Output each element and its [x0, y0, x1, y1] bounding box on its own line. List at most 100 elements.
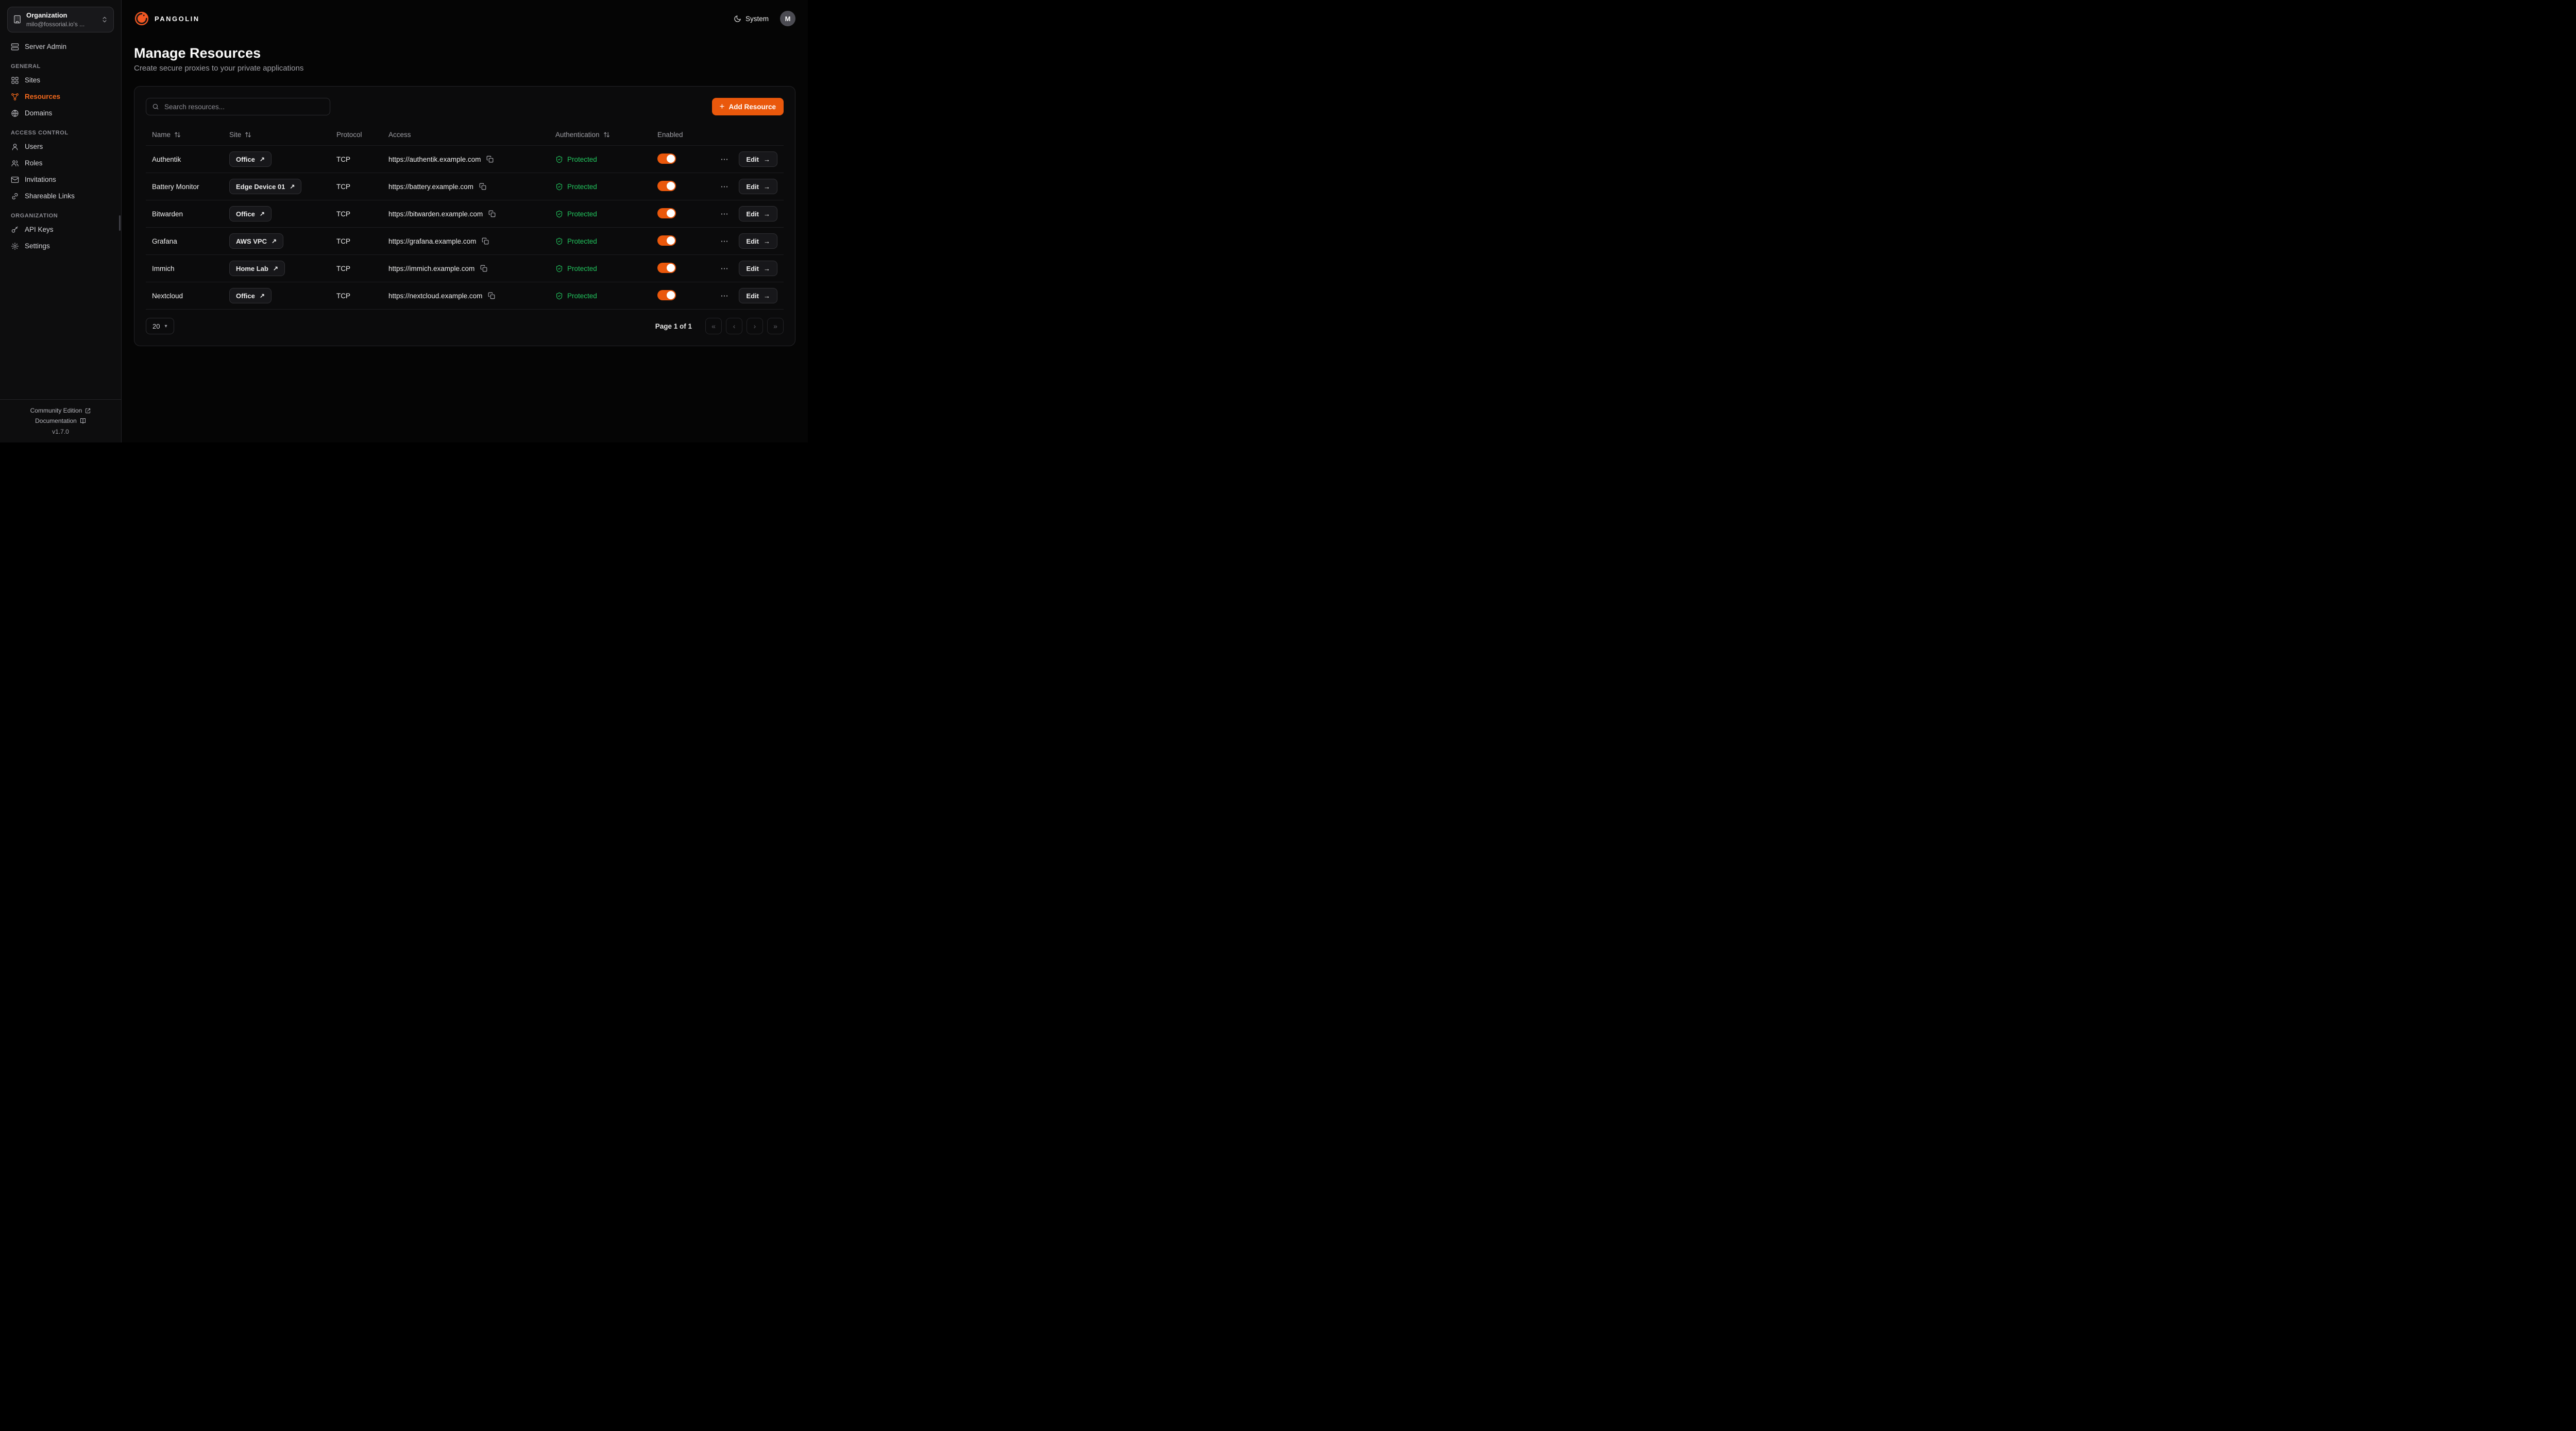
book-icon	[80, 418, 86, 424]
app-window: Organization milo@fossorial.io's ... Ser…	[0, 0, 808, 442]
table-row: Nextcloud Office ↗ TCP https://nextcloud…	[146, 282, 784, 309]
actions-cell: ⋯ Edit →	[702, 179, 777, 194]
table-body: Authentik Office ↗ TCP https://authentik…	[146, 145, 784, 310]
protected-label: Protected	[567, 237, 597, 245]
add-resource-button[interactable]: + Add Resource	[712, 98, 784, 115]
enabled-toggle[interactable]	[657, 235, 676, 246]
globe-icon	[11, 109, 19, 117]
edit-button[interactable]: Edit →	[739, 261, 777, 276]
avatar[interactable]: M	[780, 11, 795, 26]
edit-button[interactable]: Edit →	[739, 233, 777, 249]
community-edition-label: Community Edition	[30, 407, 82, 414]
search-input[interactable]	[163, 103, 324, 111]
access-cell: https://grafana.example.com	[388, 237, 555, 245]
edit-button[interactable]: Edit →	[739, 179, 777, 194]
edit-label: Edit	[746, 237, 759, 245]
site-link-button[interactable]: Office ↗	[229, 288, 272, 303]
moon-icon	[734, 15, 741, 23]
sidebar-item-users[interactable]: Users	[7, 139, 114, 155]
sidebar-item-shareable-links[interactable]: Shareable Links	[7, 188, 114, 205]
row-menu-button[interactable]: ⋯	[718, 235, 731, 247]
column-label: Site	[229, 131, 241, 139]
shield-check-icon	[555, 210, 563, 218]
row-menu-button[interactable]: ⋯	[718, 154, 731, 165]
column-label: Enabled	[657, 131, 683, 139]
sidebar-item-settings[interactable]: Settings	[7, 238, 114, 254]
sidebar-item-roles[interactable]: Roles	[7, 155, 114, 172]
column-label: Protocol	[336, 131, 362, 139]
next-page-button[interactable]: ›	[747, 318, 763, 334]
resource-protocol: TCP	[336, 265, 388, 272]
previous-page-button[interactable]: ‹	[726, 318, 742, 334]
sidebar-item-resources[interactable]: Resources	[7, 89, 114, 105]
sidebar-item-api-keys[interactable]: API Keys	[7, 222, 114, 238]
toggle-knob	[667, 209, 675, 217]
enabled-toggle[interactable]	[657, 208, 676, 218]
copy-url-button[interactable]	[480, 265, 487, 272]
resource-protocol: TCP	[336, 292, 388, 300]
edit-label: Edit	[746, 265, 759, 272]
enabled-toggle[interactable]	[657, 154, 676, 164]
column-header-name[interactable]: Name	[152, 131, 229, 139]
arrow-right-icon: →	[764, 292, 770, 300]
site-link-button[interactable]: Edge Device 01 ↗	[229, 179, 301, 194]
theme-toggle[interactable]: System	[734, 15, 769, 23]
sidebar-item-sites[interactable]: Sites	[7, 72, 114, 89]
resource-protocol: TCP	[336, 210, 388, 218]
org-selector[interactable]: Organization milo@fossorial.io's ...	[7, 7, 114, 32]
row-menu-button[interactable]: ⋯	[718, 208, 731, 219]
resource-url: https://grafana.example.com	[388, 237, 476, 245]
edit-button[interactable]: Edit →	[739, 288, 777, 303]
sidebar-item-label: Server Admin	[25, 43, 66, 50]
edit-button[interactable]: Edit →	[739, 206, 777, 222]
copy-url-button[interactable]	[482, 237, 489, 245]
first-page-button[interactable]: «	[705, 318, 722, 334]
page-size-select[interactable]: 20 ▾	[146, 318, 174, 334]
site-cell: Home Lab ↗	[229, 261, 336, 276]
resource-name: Grafana	[152, 237, 229, 245]
main-content: PANGOLIN System M Manage Resources Creat…	[122, 0, 808, 442]
documentation-link[interactable]: Documentation	[0, 416, 121, 426]
users-icon	[11, 159, 19, 167]
enabled-toggle[interactable]	[657, 181, 676, 191]
arrow-right-icon: →	[764, 237, 770, 245]
site-link-button[interactable]: Home Lab ↗	[229, 261, 285, 276]
access-cell: https://battery.example.com	[388, 183, 555, 191]
last-page-button[interactable]: »	[767, 318, 784, 334]
column-header-site[interactable]: Site	[229, 131, 336, 139]
site-link-button[interactable]: AWS VPC ↗	[229, 233, 283, 249]
edit-label: Edit	[746, 292, 759, 300]
search-icon	[152, 103, 159, 110]
sidebar-footer: Community Edition Documentation v1.7.0	[0, 399, 121, 442]
enabled-toggle[interactable]	[657, 290, 676, 300]
resource-url: https://bitwarden.example.com	[388, 210, 483, 218]
site-link-button[interactable]: Office ↗	[229, 151, 272, 167]
copy-url-button[interactable]	[488, 292, 495, 299]
community-edition-link[interactable]: Community Edition	[0, 405, 121, 416]
resource-url: https://immich.example.com	[388, 265, 474, 272]
arrow-right-icon: →	[764, 210, 770, 218]
enabled-cell	[657, 181, 702, 193]
row-menu-button[interactable]: ⋯	[718, 263, 731, 274]
edit-button[interactable]: Edit →	[739, 151, 777, 167]
row-menu-button[interactable]: ⋯	[718, 290, 731, 301]
copy-url-button[interactable]	[488, 210, 496, 217]
row-menu-button[interactable]: ⋯	[718, 181, 731, 192]
sidebar-item-server-admin[interactable]: Server Admin	[7, 39, 114, 55]
page-size-value: 20	[152, 322, 160, 330]
copy-url-button[interactable]	[479, 183, 486, 190]
sidebar-item-invitations[interactable]: Invitations	[7, 172, 114, 188]
card-toolbar: + Add Resource	[146, 98, 784, 115]
copy-url-button[interactable]	[486, 156, 494, 163]
sidebar-item-domains[interactable]: Domains	[7, 105, 114, 122]
copy-icon	[479, 183, 486, 190]
sidebar-item-label: Domains	[25, 109, 52, 117]
column-header-authentication[interactable]: Authentication	[555, 131, 657, 139]
enabled-toggle[interactable]	[657, 263, 676, 273]
authentication-status: Protected	[555, 210, 657, 218]
sidebar-scrollbar[interactable]	[119, 215, 121, 231]
resource-name: Bitwarden	[152, 210, 229, 218]
table-header: Name Site Protocol Access Authentication	[146, 124, 784, 145]
site-link-button[interactable]: Office ↗	[229, 206, 272, 222]
edit-label: Edit	[746, 183, 759, 191]
